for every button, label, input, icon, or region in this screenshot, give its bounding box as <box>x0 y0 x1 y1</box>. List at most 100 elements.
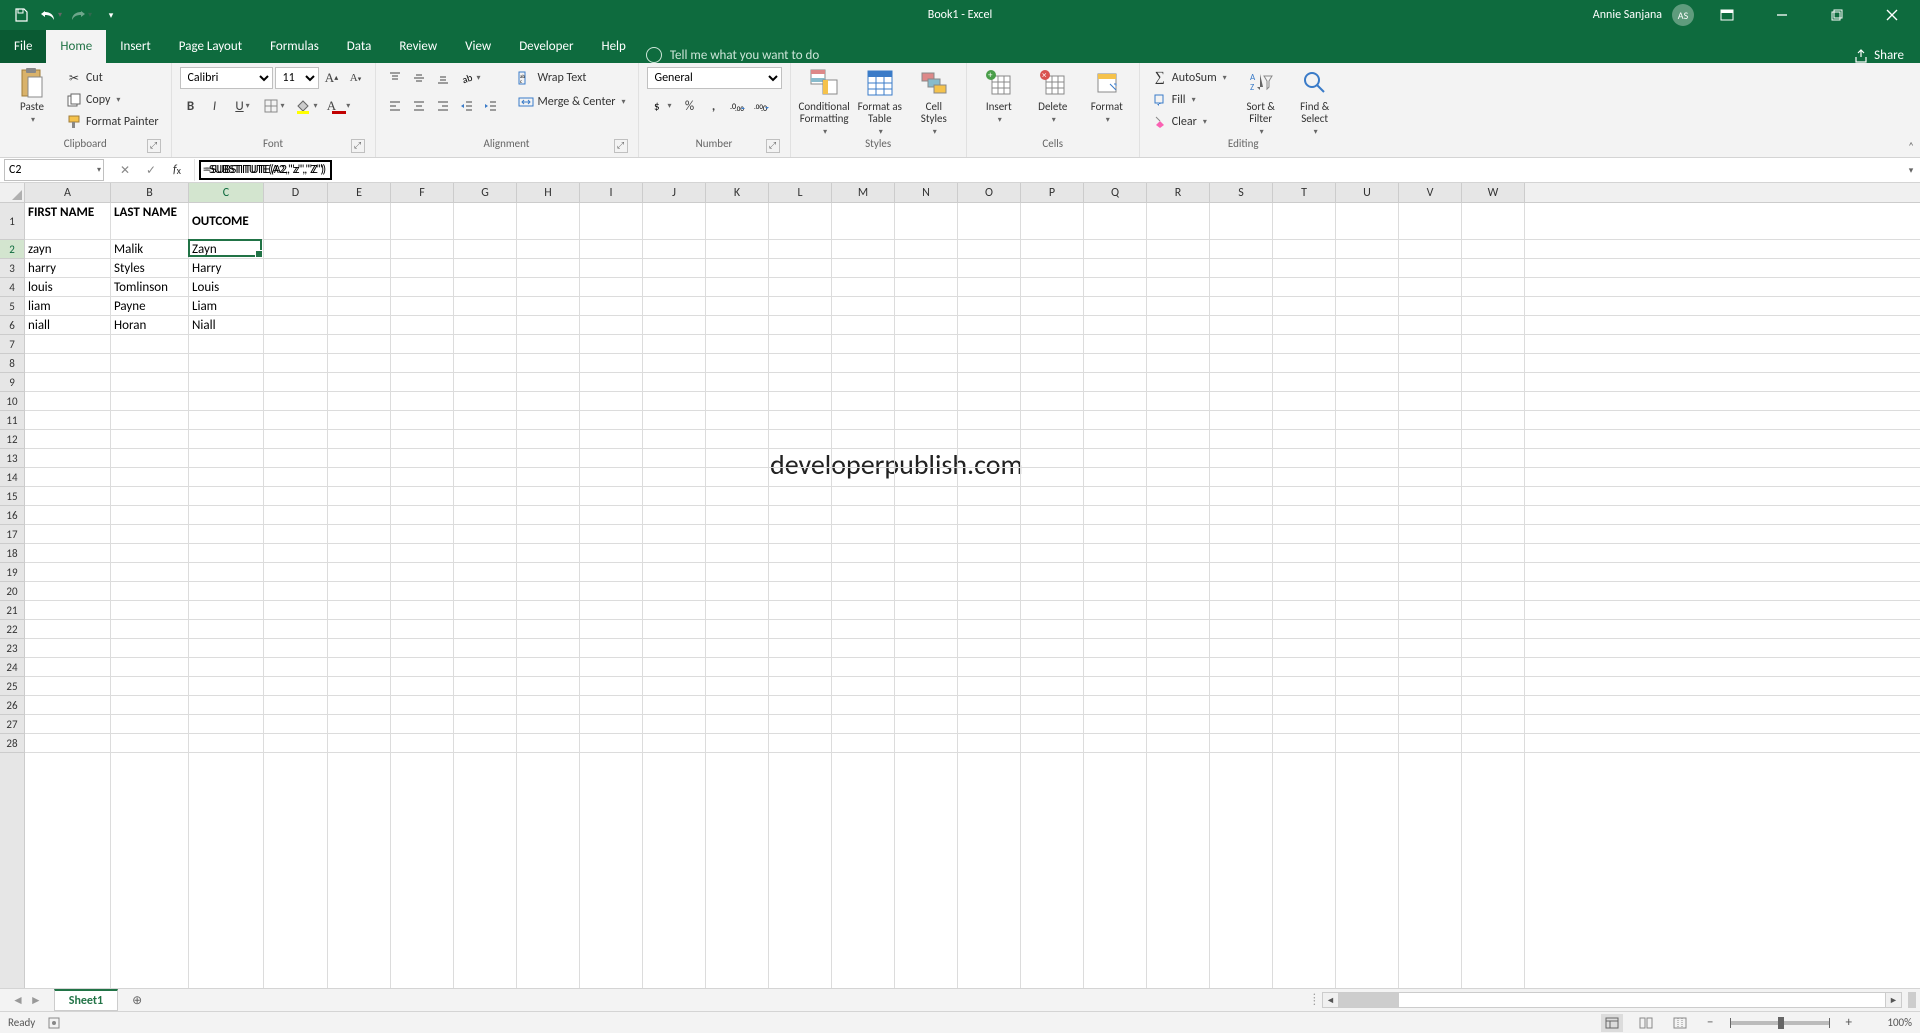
column-header[interactable]: A <box>25 183 111 202</box>
tell-me[interactable]: Tell me what you want to do <box>646 47 819 63</box>
increase-decimal-icon[interactable]: .0.00 <box>727 95 749 117</box>
page-break-view-icon[interactable] <box>1669 1014 1691 1032</box>
row-header[interactable]: 20 <box>0 582 24 601</box>
tab-data[interactable]: Data <box>333 30 386 63</box>
font-name-select[interactable]: Calibri <box>180 67 273 89</box>
sheet-prev-icon[interactable]: ◄ <box>12 993 24 1008</box>
row-header[interactable]: 18 <box>0 544 24 563</box>
user-name[interactable]: Annie Sanjana <box>1593 8 1662 22</box>
comma-format-icon[interactable]: , <box>703 95 725 117</box>
collapse-ribbon-icon[interactable]: ˄ <box>1908 140 1914 153</box>
cell-styles-button[interactable]: Cell Styles▾ <box>910 67 958 137</box>
page-layout-view-icon[interactable] <box>1635 1014 1657 1032</box>
underline-button[interactable]: U▾ <box>228 95 258 117</box>
row-header[interactable]: 28 <box>0 734 24 753</box>
row-header[interactable]: 8 <box>0 354 24 373</box>
user-avatar[interactable]: AS <box>1672 4 1694 26</box>
merge-center-button[interactable]: Merge & Center▾ <box>514 91 630 113</box>
column-header[interactable]: E <box>328 183 391 202</box>
formula-input[interactable] <box>195 159 1902 181</box>
orientation-icon[interactable]: ab▾ <box>456 67 486 89</box>
row-header[interactable]: 26 <box>0 696 24 715</box>
scroll-thumb[interactable] <box>1339 993 1399 1007</box>
row-header[interactable]: 15 <box>0 487 24 506</box>
horizontal-split-handle[interactable] <box>1908 992 1916 1008</box>
tab-home[interactable]: Home <box>46 30 106 63</box>
sort-filter-button[interactable]: AZSort & Filter▾ <box>1237 67 1285 137</box>
row-header[interactable]: 13 <box>0 449 24 468</box>
autosum-button[interactable]: ∑AutoSum▾ <box>1148 67 1231 89</box>
sheet-tab-active[interactable]: Sheet1 <box>54 989 118 1011</box>
column-header[interactable]: H <box>517 183 580 202</box>
cut-button[interactable]: ✂Cut <box>62 67 163 89</box>
sheet-next-icon[interactable]: ► <box>30 993 42 1008</box>
align-bottom-icon[interactable] <box>432 67 454 89</box>
insert-function-icon[interactable]: fx <box>164 159 190 181</box>
column-header[interactable]: K <box>706 183 769 202</box>
maximize-button[interactable] <box>1814 0 1859 30</box>
row-header[interactable]: 2 <box>0 240 24 259</box>
column-header[interactable]: V <box>1399 183 1462 202</box>
zoom-in-button[interactable]: + <box>1842 1015 1856 1030</box>
row-header[interactable]: 5 <box>0 297 24 316</box>
column-header[interactable]: U <box>1336 183 1399 202</box>
ribbon-display-icon[interactable] <box>1704 0 1749 30</box>
paste-button[interactable]: Paste▾ <box>8 67 56 126</box>
column-header[interactable]: J <box>643 183 706 202</box>
horizontal-scrollbar[interactable]: ◄ ► <box>1322 992 1902 1008</box>
column-header[interactable]: Q <box>1084 183 1147 202</box>
align-left-icon[interactable] <box>384 95 406 117</box>
row-header[interactable]: 21 <box>0 601 24 620</box>
column-header[interactable]: G <box>454 183 517 202</box>
save-icon[interactable] <box>10 4 32 26</box>
column-header[interactable]: B <box>111 183 189 202</box>
row-header[interactable]: 16 <box>0 506 24 525</box>
column-header[interactable]: P <box>1021 183 1084 202</box>
macro-record-icon[interactable] <box>47 1016 61 1030</box>
alignment-launcher[interactable]: ⤢ <box>614 139 628 153</box>
decrease-font-icon[interactable]: A▾ <box>345 67 367 89</box>
decrease-indent-icon[interactable] <box>456 95 478 117</box>
expand-formula-bar-icon[interactable]: ▾ <box>1902 165 1920 176</box>
fill-button[interactable]: Fill▾ <box>1148 89 1231 111</box>
conditional-formatting-button[interactable]: Conditional Formatting▾ <box>799 67 850 137</box>
tab-help[interactable]: Help <box>587 30 639 63</box>
find-select-button[interactable]: Find & Select▾ <box>1291 67 1339 137</box>
column-header[interactable]: L <box>769 183 832 202</box>
column-header[interactable]: M <box>832 183 895 202</box>
percent-format-icon[interactable]: % <box>679 95 701 117</box>
column-header[interactable]: I <box>580 183 643 202</box>
tab-review[interactable]: Review <box>385 30 451 63</box>
number-launcher[interactable]: ⤢ <box>766 139 780 153</box>
font-color-button[interactable]: A▾ <box>324 95 354 117</box>
sheet-split-handle[interactable]: ⁞ <box>1313 993 1316 1007</box>
row-header[interactable]: 22 <box>0 620 24 639</box>
row-header[interactable]: 9 <box>0 373 24 392</box>
bold-button[interactable]: B <box>180 95 202 117</box>
name-box[interactable]: C2▾ <box>4 159 104 181</box>
format-as-table-button[interactable]: Format as Table▾ <box>856 67 904 137</box>
format-painter-button[interactable]: Format Painter <box>62 111 163 133</box>
clear-button[interactable]: Clear▾ <box>1148 111 1231 133</box>
tab-developer[interactable]: Developer <box>505 30 587 63</box>
copy-button[interactable]: Copy▾ <box>62 89 163 111</box>
row-header[interactable]: 23 <box>0 639 24 658</box>
tab-file[interactable]: File <box>0 30 46 63</box>
tab-page-layout[interactable]: Page Layout <box>165 30 256 63</box>
share-button[interactable]: Share <box>1838 48 1920 63</box>
row-header[interactable]: 3 <box>0 259 24 278</box>
customize-qat-icon[interactable]: ▾ <box>100 4 122 26</box>
column-header[interactable]: N <box>895 183 958 202</box>
align-top-icon[interactable] <box>384 67 406 89</box>
increase-indent-icon[interactable] <box>480 95 502 117</box>
row-header[interactable]: 7 <box>0 335 24 354</box>
decrease-decimal-icon[interactable]: .00.0 <box>751 95 773 117</box>
row-header[interactable]: 24 <box>0 658 24 677</box>
column-header[interactable]: F <box>391 183 454 202</box>
row-header[interactable]: 14 <box>0 468 24 487</box>
row-header[interactable]: 1 <box>0 203 24 240</box>
column-header[interactable]: O <box>958 183 1021 202</box>
align-right-icon[interactable] <box>432 95 454 117</box>
column-header[interactable]: T <box>1273 183 1336 202</box>
zoom-thumb[interactable] <box>1778 1017 1784 1029</box>
